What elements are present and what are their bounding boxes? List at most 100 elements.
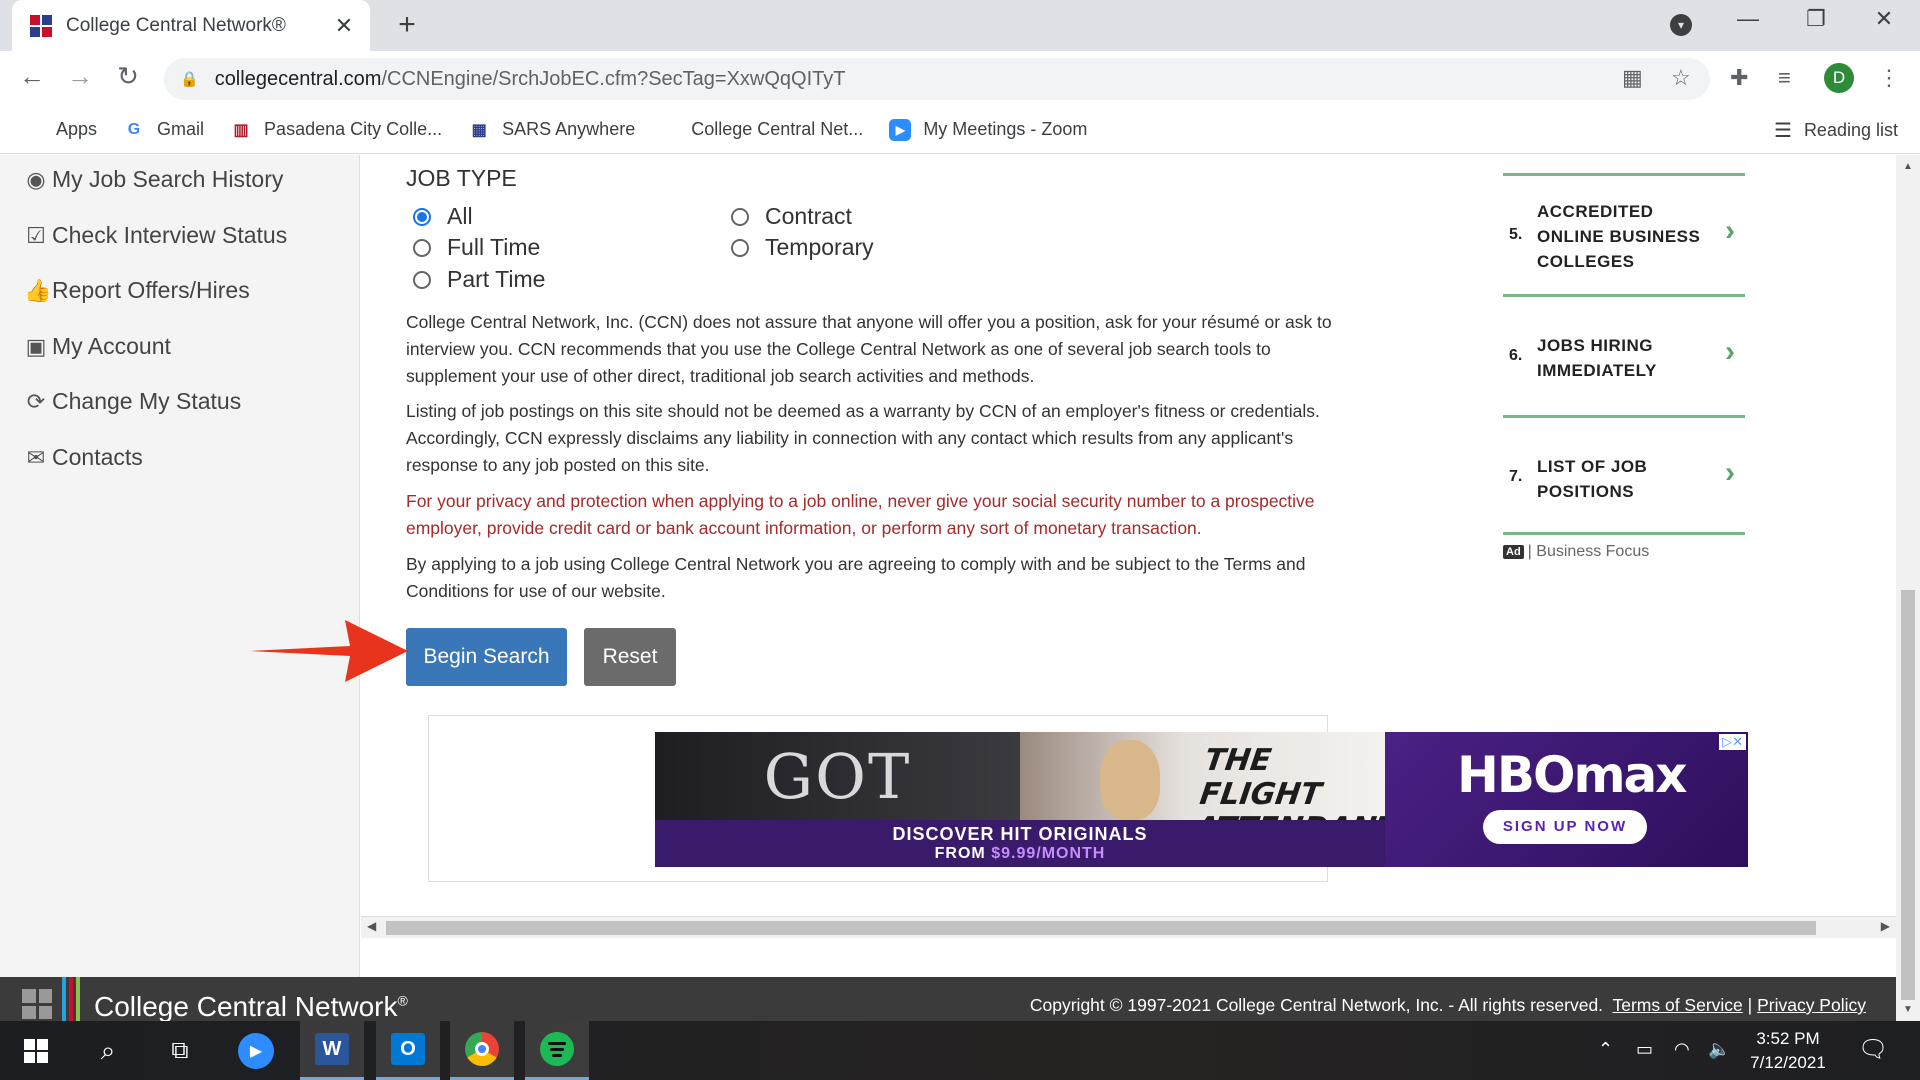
- scroll-down-icon[interactable]: ▼: [1903, 1004, 1913, 1015]
- radio-button[interactable]: [413, 238, 431, 257]
- reload-icon[interactable]: ↻: [110, 61, 146, 92]
- sign-up-now-button[interactable]: SIGN UP NOW: [1483, 810, 1647, 844]
- footer-color-bars: [62, 977, 82, 1021]
- sidebar-item-interview-status[interactable]: ☑ Check Interview Status: [24, 222, 287, 249]
- forward-arrow-icon[interactable]: →: [62, 61, 98, 92]
- radio-button[interactable]: [731, 238, 749, 257]
- horizontal-scrollbar[interactable]: ◀ ▶: [361, 916, 1896, 938]
- bookmark-zoom[interactable]: ▶ My Meetings - Zoom: [889, 118, 1088, 141]
- apps-grid-icon: [22, 119, 44, 141]
- sidebar-item-job-search-history[interactable]: ◉ My Job Search History: [24, 166, 283, 193]
- terms-paragraph: By applying to a job using College Centr…: [406, 554, 1306, 601]
- sidebar: ◉ My Job Search History ☑ Check Intervie…: [0, 155, 360, 977]
- search-icon[interactable]: ⌕: [76, 1021, 140, 1080]
- bookmark-label: College Central Net...: [691, 119, 864, 139]
- radio-job-type-part-time[interactable]: Part Time: [413, 266, 545, 293]
- account-icon: ▣: [25, 333, 47, 359]
- sidebar-item-my-account[interactable]: ▣ My Account: [24, 333, 171, 360]
- minimize-icon[interactable]: —: [1728, 6, 1768, 32]
- browser-tab-strip: College Central Network® ✕ + ▾ — ❐ ✕: [0, 0, 1920, 51]
- address-bar[interactable]: 🔒 collegecentral.com/CCNEngine/SrchJobEC…: [164, 58, 1710, 100]
- radio-button[interactable]: [413, 207, 431, 226]
- vertical-scroll-thumb[interactable]: [1901, 590, 1915, 1000]
- bookmark-apps[interactable]: Apps: [22, 119, 97, 141]
- volume-icon[interactable]: 🔈: [1708, 1039, 1730, 1060]
- warranty-paragraph: Listing of job postings on this site sho…: [406, 401, 1320, 475]
- privacy-warning: For your privacy and protection when app…: [406, 491, 1315, 538]
- taskbar-outlook[interactable]: O: [376, 1021, 440, 1080]
- clock-date: 7/12/2021: [1750, 1053, 1826, 1072]
- vertical-scrollbar[interactable]: ▲ ▼: [1896, 155, 1920, 1021]
- battery-icon[interactable]: ▭: [1636, 1039, 1653, 1060]
- page-footer: College Central Network® Copyright © 199…: [0, 977, 1896, 1021]
- taskbar-spotify[interactable]: [525, 1021, 589, 1080]
- media-queue-icon[interactable]: ≡: [1778, 65, 1791, 91]
- promo-label: LIST OF JOB POSITIONS: [1537, 457, 1648, 501]
- new-tab-button[interactable]: +: [390, 8, 424, 42]
- start-button[interactable]: [4, 1021, 68, 1080]
- back-arrow-icon[interactable]: ←: [14, 61, 50, 92]
- bookmark-sars[interactable]: ▦ SARS Anywhere: [468, 119, 636, 141]
- promo-label: ACCREDITED ONLINE BUSINESS COLLEGES: [1537, 202, 1701, 271]
- browser-tab[interactable]: College Central Network® ✕: [12, 0, 370, 51]
- calendar-icon: ▦: [471, 121, 487, 139]
- scroll-up-icon[interactable]: ▲: [1903, 161, 1913, 172]
- reset-button[interactable]: Reset: [584, 628, 676, 686]
- close-tab-icon[interactable]: ✕: [332, 13, 356, 39]
- zoom-app-icon: ▶: [238, 1032, 274, 1069]
- more-menu-icon[interactable]: ⋮: [1878, 65, 1900, 91]
- refresh-icon: ⟳: [26, 388, 46, 414]
- url-host: collegecentral.com: [214, 67, 382, 90]
- promo-item-business-colleges[interactable]: 5. ACCREDITED ONLINE BUSINESS COLLEGES ›: [1503, 173, 1745, 294]
- chevron-up-icon[interactable]: ⌃: [1598, 1039, 1613, 1060]
- wifi-icon[interactable]: ◠: [1674, 1039, 1690, 1060]
- system-clock[interactable]: 3:52 PM 7/12/2021: [1740, 1027, 1836, 1075]
- profile-avatar[interactable]: D: [1824, 63, 1854, 93]
- radio-job-type-full-time[interactable]: Full Time: [413, 234, 540, 261]
- taskbar-word[interactable]: W: [300, 1021, 364, 1080]
- got-panel: GOT: [655, 732, 1020, 820]
- begin-search-button[interactable]: Begin Search: [406, 628, 567, 686]
- copyright-text: Copyright © 1997-2021 College Central Ne…: [1029, 995, 1604, 1015]
- star-bookmark-icon[interactable]: ☆: [1671, 65, 1691, 91]
- radio-job-type-temporary[interactable]: Temporary: [731, 234, 874, 261]
- radio-label: Contract: [765, 203, 852, 229]
- radio-job-type-all[interactable]: All: [413, 203, 473, 230]
- bookmark-gmail[interactable]: G Gmail: [123, 119, 204, 141]
- bookmark-label: SARS Anywhere: [502, 119, 636, 139]
- qr-code-icon[interactable]: ▦: [1622, 65, 1643, 91]
- privacy-policy-link[interactable]: Privacy Policy: [1757, 995, 1866, 1015]
- taskbar-chrome[interactable]: [450, 1021, 514, 1080]
- tagline-prefix: FROM: [934, 845, 992, 862]
- radio-job-type-contract[interactable]: Contract: [731, 203, 852, 230]
- hbomax-panel: HBOmax SIGN UP NOW ▷✕: [1385, 732, 1748, 867]
- sidebar-item-offers-hires[interactable]: 👍 Report Offers/Hires: [24, 277, 250, 304]
- task-view-icon[interactable]: ⧉: [148, 1021, 212, 1080]
- extensions-puzzle-icon[interactable]: ✚: [1730, 65, 1748, 91]
- sidebar-item-contacts[interactable]: ✉ Contacts: [24, 444, 143, 471]
- ad-attribution[interactable]: Ad | Business Focus: [1503, 532, 1745, 561]
- promo-item-job-positions[interactable]: 7. LIST OF JOB POSITIONS ›: [1503, 415, 1745, 532]
- terms-of-service-link[interactable]: Terms of Service: [1612, 995, 1742, 1015]
- tagline-line-2: FROM $9.99/MONTH: [655, 845, 1385, 863]
- horizontal-scroll-thumb[interactable]: [386, 921, 1816, 935]
- restore-icon[interactable]: ❐: [1796, 6, 1836, 32]
- radio-button[interactable]: [731, 207, 749, 226]
- radio-label: All: [447, 203, 473, 229]
- adchoices-close-icon[interactable]: ▷✕: [1719, 734, 1746, 750]
- tab-search-icon[interactable]: ▾: [1670, 14, 1692, 36]
- notifications-icon[interactable]: 🗨: [1858, 1035, 1888, 1064]
- hbomax-ad-banner[interactable]: GOT THE FLIGHT ATTENDANT DISCOVER HIT OR…: [655, 732, 1748, 867]
- window-close-icon[interactable]: ✕: [1864, 6, 1904, 32]
- radio-button[interactable]: [413, 270, 431, 289]
- bookmark-label: My Meetings - Zoom: [923, 119, 1088, 139]
- promo-number: 5.: [1509, 226, 1523, 243]
- bookmark-pasadena[interactable]: ▥ Pasadena City Colle...: [230, 119, 442, 141]
- taskbar-zoom[interactable]: ▶: [224, 1021, 288, 1080]
- sidebar-item-change-status[interactable]: ⟳ Change My Status: [24, 388, 241, 415]
- reading-list-button[interactable]: ☰ Reading list: [1774, 118, 1898, 143]
- bookmark-ccn[interactable]: College Central Net...: [661, 119, 863, 140]
- scroll-left-icon[interactable]: ◀: [367, 919, 376, 933]
- scroll-right-icon[interactable]: ▶: [1881, 919, 1890, 933]
- promo-item-jobs-hiring[interactable]: 6. JOBS HIRING IMMEDIATELY ›: [1503, 294, 1745, 415]
